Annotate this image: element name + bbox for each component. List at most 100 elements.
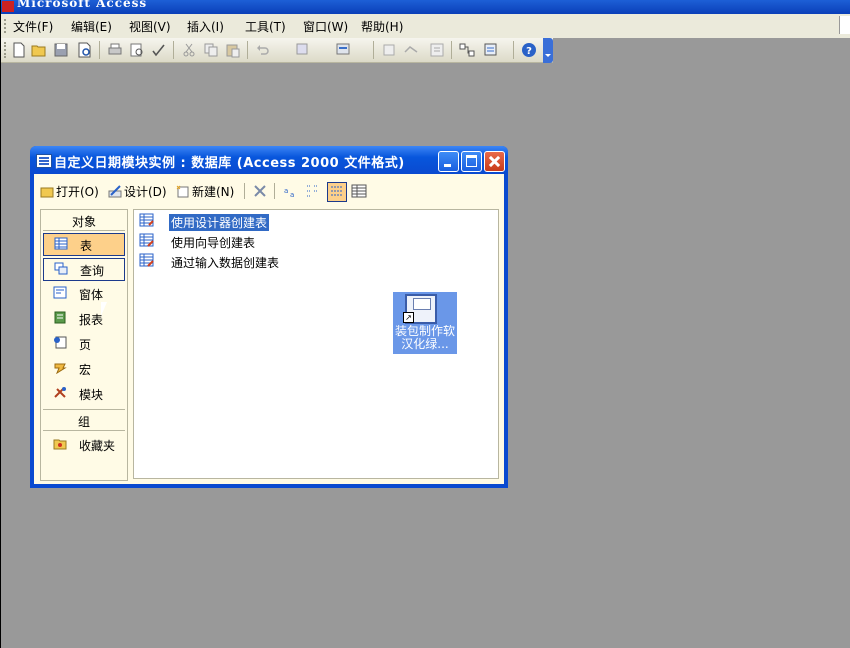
- object-forms-label: 窗体: [79, 288, 104, 302]
- object-macros-label: 宏: [79, 363, 92, 377]
- table-icon: [54, 237, 68, 250]
- new-object-icon: [176, 185, 189, 198]
- undo-icon[interactable]: [255, 42, 271, 58]
- group-favorites[interactable]: 收藏夹: [43, 434, 123, 455]
- svg-text:?: ?: [526, 46, 532, 57]
- toolbar-separator: [99, 41, 100, 59]
- list-view-icon[interactable]: [327, 182, 347, 202]
- list-item-label: 使用设计器创建表: [169, 214, 270, 231]
- delete-icon[interactable]: [251, 182, 269, 200]
- design-label: 设计(D): [124, 185, 167, 199]
- toolbar-separator: [244, 183, 245, 199]
- print-icon[interactable]: [107, 42, 123, 58]
- cut-icon[interactable]: [181, 42, 197, 58]
- maximize-button[interactable]: [461, 151, 482, 172]
- toolbar-separator: [247, 41, 248, 59]
- database-window-titlebar[interactable]: 自定义日期模块实例 : 数据库 (Access 2000 文件格式): [30, 146, 508, 174]
- toolbar-separator: [513, 41, 514, 59]
- object-macros[interactable]: 宏: [43, 358, 123, 379]
- relationships-icon[interactable]: [459, 42, 475, 58]
- details-view-icon[interactable]: [350, 182, 368, 200]
- macro-icon: [54, 363, 67, 374]
- database-toolbar: 打开(O) 设计(D) 新建(N) aa: [34, 174, 504, 204]
- object-queries[interactable]: 查询: [43, 258, 125, 281]
- report-icon: [54, 311, 66, 324]
- open-object-button[interactable]: 打开(O): [40, 183, 99, 199]
- help-icon[interactable]: ?: [521, 42, 537, 58]
- object-modules-label: 模块: [79, 388, 104, 402]
- menu-tools[interactable]: 工具(T): [245, 18, 286, 35]
- database-window-title: 自定义日期模块实例 : 数据库 (Access 2000 文件格式): [54, 156, 405, 171]
- page-icon: [54, 336, 67, 349]
- menu-view[interactable]: 视图(V): [129, 18, 171, 35]
- menu-file[interactable]: 文件(F): [13, 18, 53, 35]
- table-datasheet-icon: [139, 253, 154, 267]
- object-tables-label: 表: [80, 239, 93, 253]
- favorites-folder-icon: [53, 439, 67, 450]
- objects-divider: [43, 230, 125, 231]
- objects-bar: 对象 表 查询 窗体 报表 页 宏 模块 组 收藏夹: [40, 209, 128, 481]
- object-pages[interactable]: 页: [43, 333, 123, 354]
- menu-bar: 文件(F) 编辑(E) 视图(V) 插入(I) 工具(T) 窗口(W) 帮助(H…: [1, 14, 850, 38]
- svg-text:a: a: [284, 187, 288, 195]
- toolbar-separator: [274, 183, 275, 199]
- groups-header[interactable]: 组: [41, 413, 127, 430]
- access-app: Microsoft Access 文件(F) 编辑(E) 视图(V) 插入(I)…: [1, 0, 850, 648]
- table-wizard-icon: [139, 233, 154, 247]
- menu-window[interactable]: 窗口(W): [303, 18, 348, 35]
- desktop-shortcut-label-line2: 汉化绿...: [401, 337, 449, 351]
- list-item-label: 使用向导创建表: [171, 236, 256, 250]
- standard-toolbar: ?: [1, 38, 553, 63]
- office-links-icon[interactable]: [295, 42, 311, 58]
- minimize-button[interactable]: [438, 151, 459, 172]
- open-object-label: 打开(O): [56, 185, 99, 199]
- menu-grip[interactable]: [4, 19, 8, 33]
- new-icon[interactable]: [11, 42, 27, 58]
- copy-icon[interactable]: [203, 42, 219, 58]
- file-search-icon[interactable]: [77, 42, 93, 58]
- toolbar-options-chevron[interactable]: [543, 38, 553, 63]
- object-reports-label: 报表: [79, 313, 104, 327]
- objects-header[interactable]: 对象: [41, 213, 127, 230]
- menu-insert[interactable]: 插入(I): [187, 18, 224, 35]
- small-icons-view-icon[interactable]: [304, 182, 322, 200]
- save-icon[interactable]: [53, 42, 69, 58]
- new-object-button[interactable]: 新建(N): [176, 183, 234, 199]
- new-object-label: 新建(N): [192, 185, 235, 199]
- app-title: Microsoft Access: [17, 0, 148, 10]
- design-button[interactable]: 设计(D): [108, 183, 167, 199]
- close-button[interactable]: [484, 151, 505, 172]
- object-tables[interactable]: 表: [43, 233, 125, 256]
- properties-icon[interactable]: [429, 42, 445, 58]
- groups-divider-bottom: [43, 430, 125, 431]
- toolbar-separator: [173, 41, 174, 59]
- desktop-shortcut[interactable]: ↗ 装包制作软 汉化绿...: [393, 292, 457, 354]
- database-icon: [36, 154, 52, 168]
- code-icon[interactable]: [381, 42, 397, 58]
- new-object-icon[interactable]: [483, 42, 499, 58]
- analyze-icon[interactable]: [335, 42, 351, 58]
- object-modules[interactable]: 模块: [43, 383, 123, 404]
- module-icon: [54, 387, 66, 398]
- object-queries-label: 查询: [80, 264, 105, 278]
- ask-question-box[interactable]: [839, 16, 850, 34]
- large-icons-view-icon[interactable]: aa: [281, 182, 299, 200]
- toolbar-separator: [373, 41, 374, 59]
- script-icon[interactable]: [403, 42, 419, 58]
- menu-edit[interactable]: 编辑(E): [71, 18, 112, 35]
- object-forms[interactable]: 窗体: [43, 283, 123, 304]
- toolbar-separator: [451, 41, 452, 59]
- spelling-icon[interactable]: [151, 42, 167, 58]
- menu-help[interactable]: 帮助(H): [361, 18, 403, 35]
- list-item-label: 通过输入数据创建表: [171, 256, 280, 270]
- query-icon: [54, 262, 68, 275]
- paste-icon[interactable]: [225, 42, 241, 58]
- mouse-cursor-icon: [101, 302, 107, 316]
- object-reports[interactable]: 报表: [43, 308, 123, 329]
- access-key-icon: [2, 1, 14, 12]
- open-icon[interactable]: [31, 42, 47, 58]
- toolbar-grip[interactable]: [4, 42, 8, 58]
- groups-divider: [43, 409, 125, 410]
- app-title-bar: Microsoft Access: [1, 0, 850, 14]
- print-preview-icon[interactable]: [129, 42, 145, 58]
